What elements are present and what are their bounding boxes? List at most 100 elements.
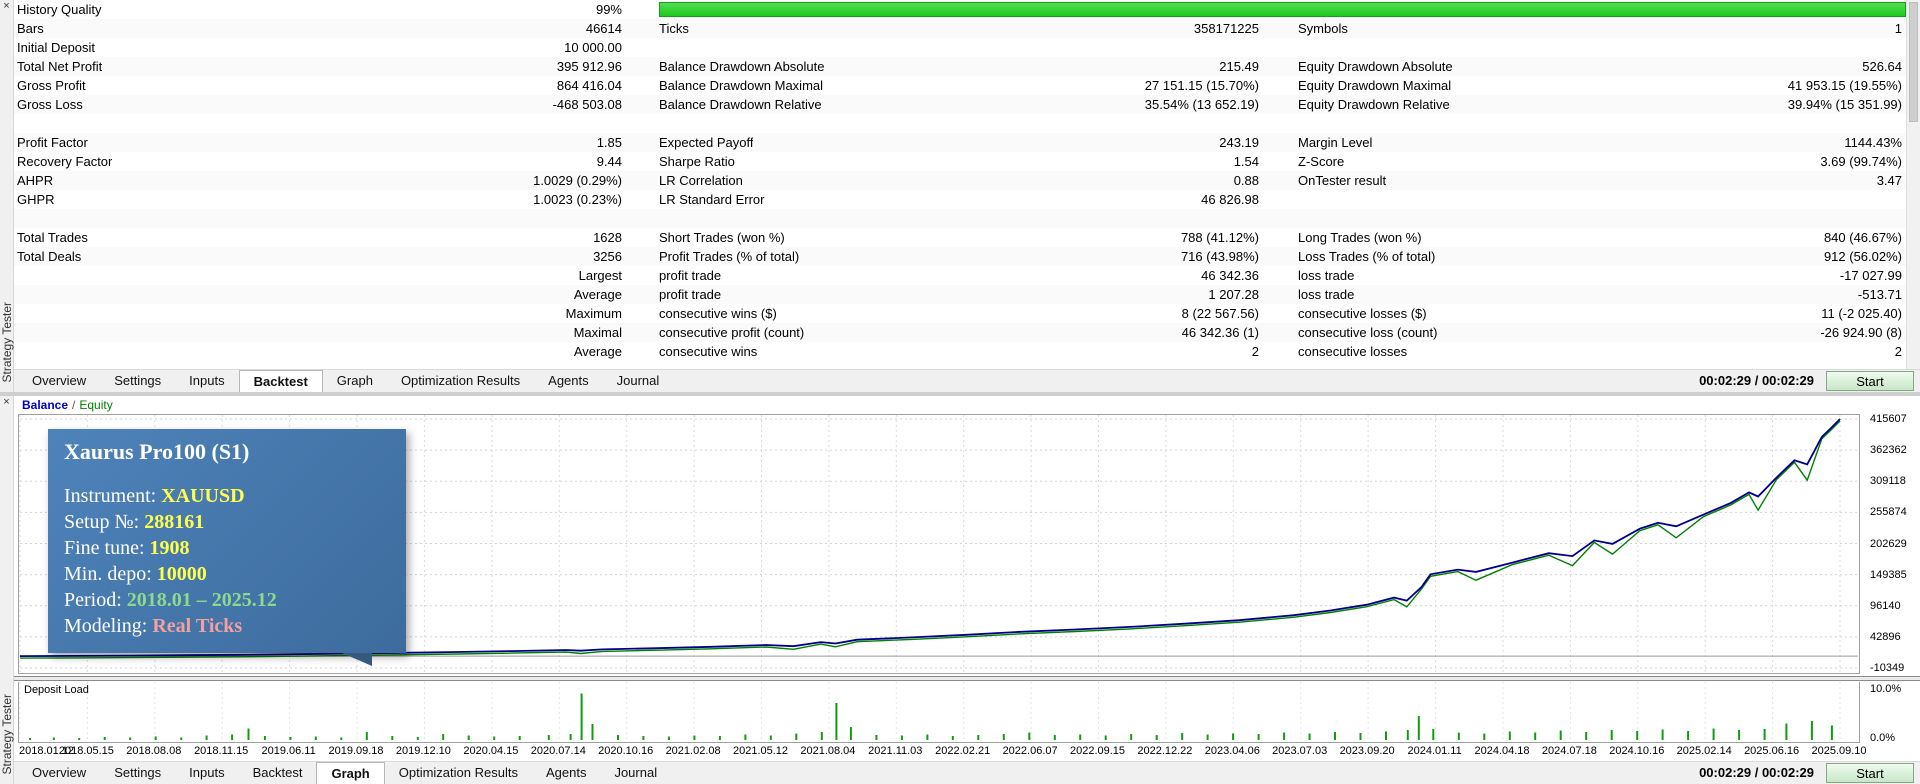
deposit-load-bar [1810, 721, 1813, 740]
stat-value: -513.71 [1857, 287, 1902, 302]
stat-cell: History Quality 99% [14, 0, 659, 19]
deposit-load-bar [1661, 729, 1664, 740]
tab-settings[interactable]: Settings [100, 762, 175, 784]
legend-separator: / [72, 398, 76, 412]
deposit-load-bar [1687, 731, 1690, 740]
deposit-load-bar [1053, 735, 1056, 740]
deposit-load-bar [1385, 731, 1387, 740]
stat-cell: Z-Score 3.69 (99.74%) [1298, 152, 1920, 171]
deposit-load-bar [1359, 733, 1362, 740]
stat-cell: Balance Drawdown Relative 35.54% (13 652.… [659, 95, 1298, 114]
stat-cell: loss trade -513.71 [1298, 285, 1920, 304]
stat-cell: consecutive profit (count) 46 342.36 (1) [659, 323, 1298, 342]
infobox-title: Xaurus Pro100 (S1) [64, 439, 250, 464]
deposit-load-bar [1830, 725, 1833, 740]
tab-overview[interactable]: Overview [18, 370, 100, 392]
stat-label: consecutive wins [659, 344, 758, 359]
infobox-label: Modeling: [64, 615, 153, 637]
deposit-load-bar [1028, 732, 1031, 740]
deposit-load-bar [518, 736, 521, 740]
stats-row: Profit Factor 1.85 Expected Payoff 243.19 Ma… [14, 133, 1920, 152]
tab-journal[interactable]: Journal [603, 370, 674, 392]
stat-cell: profit trade 1 207.28 [659, 285, 1298, 304]
stat-cell: Balance Drawdown Absolute 215.49 [659, 57, 1298, 76]
chart-splitter[interactable] [14, 676, 1920, 681]
x-axis-label: 2020.10.16 [598, 745, 654, 757]
deposit-plot[interactable]: Deposit Load [18, 682, 1860, 743]
stat-value: 2 [1894, 344, 1902, 359]
deposit-load-bar [1483, 733, 1486, 740]
start-button[interactable]: Start [1826, 763, 1914, 783]
panel-title: Strategy Tester [0, 693, 14, 774]
tab-inputs[interactable]: Inputs [175, 370, 238, 392]
tab-graph[interactable]: Graph [323, 370, 387, 392]
x-axis-label: 2019.06.11 [261, 745, 316, 757]
tab-journal[interactable]: Journal [600, 762, 671, 784]
scrollbar-thumb[interactable] [1909, 2, 1918, 122]
stat-label: loss trade [1298, 287, 1355, 302]
graph-panel-main: Balance / Equity Xaurus Pro100 (S1) Instr… [14, 396, 1920, 784]
deposit-load-bar [547, 735, 550, 740]
stat-label: Margin Level [1298, 135, 1373, 150]
deposit-load-bar [1457, 732, 1460, 740]
stats-row [14, 209, 1920, 228]
stat-label: Total Trades [17, 230, 88, 245]
start-button[interactable]: Start [1826, 371, 1914, 391]
stat-value: 395 912.96 [556, 59, 622, 74]
deposit-load-bar [1283, 732, 1286, 740]
deposit-load-bar [951, 736, 954, 740]
stat-label: Total Net Profit [17, 59, 103, 74]
tab-backtest[interactable]: Backtest [238, 370, 323, 392]
top-tabbar: Overview Settings Inputs Backtest Graph Optim… [14, 369, 1920, 392]
deposit-load-bar [820, 732, 823, 740]
tab-overview[interactable]: Overview [18, 762, 100, 784]
x-axis-label: 2022.06.07 [1002, 745, 1058, 757]
infobox: Xaurus Pro100 (S1) Instrument: XAUUSD Setu… [48, 429, 406, 666]
deposit-load-bar [263, 736, 266, 740]
strategy-tester-strip-bottom: × Strategy Tester [0, 396, 14, 784]
deposit-load-bar [1534, 732, 1537, 740]
stat-label: Loss Trades (% of total) [1298, 249, 1436, 264]
tab-agents[interactable]: Agents [534, 370, 602, 392]
stat-cell: GHPR 1.0023 (0.23%) [14, 190, 659, 209]
x-axis-label: 2025.02.14 [1676, 745, 1732, 757]
deposit-load-bar [875, 735, 878, 740]
legend-equity: Equity [79, 398, 113, 412]
deposit-load-bar [29, 738, 32, 740]
stat-value: 1 [1894, 21, 1902, 36]
stat-cell: consecutive losses ($) 11 (-2 025.40) [1298, 304, 1920, 323]
stat-label: Balance Drawdown Relative [659, 97, 822, 112]
stat-cell: Balance Drawdown Maximal 27 151.15 (15.70… [659, 76, 1298, 95]
tabbar-spacer [673, 370, 1699, 392]
close-icon[interactable]: × [0, 0, 13, 14]
stat-cell [659, 114, 1298, 133]
tab-agents[interactable]: Agents [532, 762, 600, 784]
deposit-load-bar [1155, 735, 1158, 740]
tab-graph[interactable]: Graph [316, 762, 385, 784]
stat-cell: Total Net Profit 395 912.96 [14, 57, 659, 76]
stat-value: 1144.43% [1844, 135, 1902, 150]
vertical-scrollbar[interactable] [1906, 0, 1920, 369]
infobox-line: Min. depo: 10000 [64, 561, 390, 587]
tab-backtest[interactable]: Backtest [239, 762, 317, 784]
deposit-load-bar [1432, 729, 1435, 740]
stat-cell: Profit Factor 1.85 [14, 133, 659, 152]
deposit-load-bar [289, 737, 292, 740]
tab-optimization-results[interactable]: Optimization Results [387, 370, 534, 392]
tab-optimization-results[interactable]: Optimization Results [385, 762, 532, 784]
stat-cell: Equity Drawdown Relative 39.94% (15 351.9… [1298, 95, 1920, 114]
deposit-load-bar [744, 734, 747, 740]
tab-inputs[interactable]: Inputs [175, 762, 238, 784]
bottom-tabbar: Overview Settings Inputs Backtest Graph Optim… [14, 761, 1920, 784]
close-icon[interactable]: × [0, 396, 13, 410]
stat-value: 2 [1251, 344, 1259, 359]
stat-value: -468 503.08 [552, 97, 622, 112]
stat-cell: LR Standard Error 46 826.98 [659, 190, 1298, 209]
deposit-load-bar [1130, 734, 1133, 740]
deposit-load-bar [416, 737, 419, 740]
stat-cell: Long Trades (won %) 840 (46.67%) [1298, 228, 1920, 247]
infobox-value: 10000 [156, 563, 207, 585]
infobox-line: Fine tune: 1908 [64, 535, 390, 561]
stat-label: profit trade [659, 268, 722, 283]
tab-settings[interactable]: Settings [100, 370, 175, 392]
